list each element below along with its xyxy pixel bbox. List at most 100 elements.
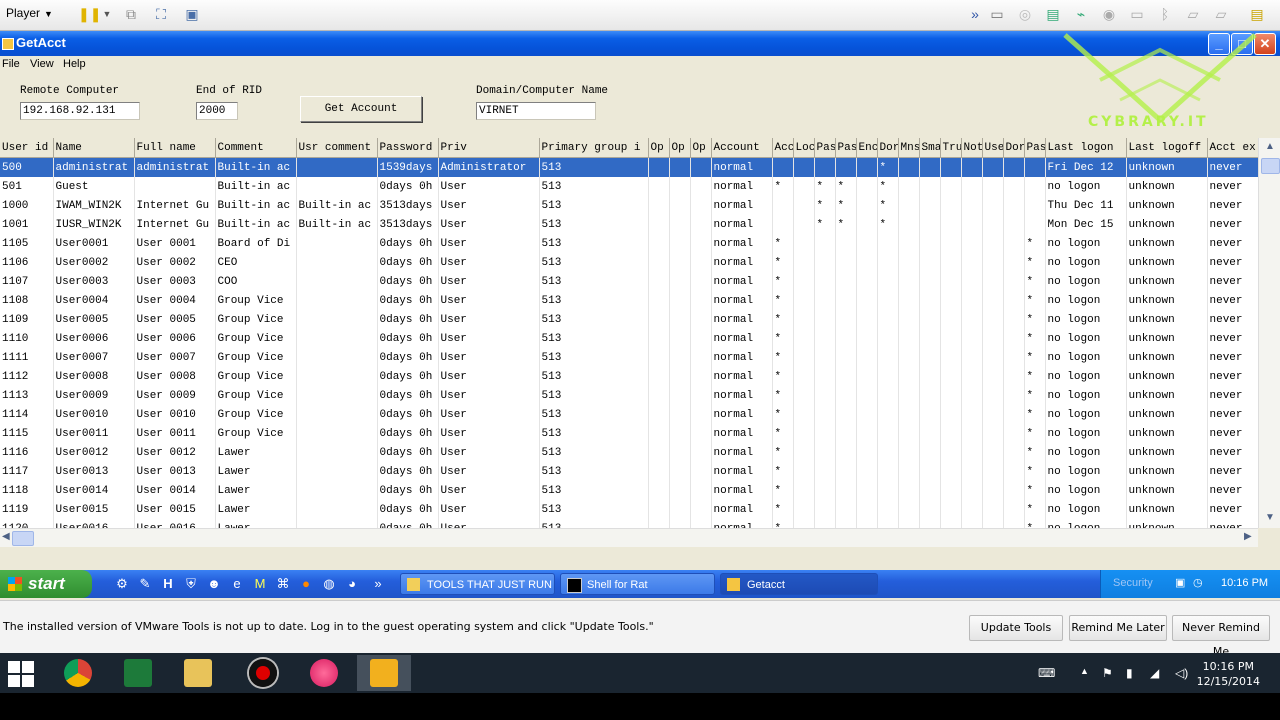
column-header[interactable]: Dor xyxy=(877,138,899,158)
task-tools-that-just-run[interactable]: TOOLS THAT JUST RUN xyxy=(400,573,555,595)
network-icon[interactable]: ▤ xyxy=(1044,5,1062,23)
quicklaunch-ie-icon[interactable]: e xyxy=(229,576,245,592)
end-of-rid-input[interactable]: 2000 xyxy=(196,102,238,120)
column-header[interactable]: Loc xyxy=(793,138,815,158)
floppy-icon[interactable]: ▱ xyxy=(1184,5,1202,23)
table-row[interactable]: 1113 User0009 User 0009 Group Vice 0days 0h U… xyxy=(0,386,1268,405)
table-row[interactable]: 1112 User0008 User 0008 Group Vice 0days 0h U… xyxy=(0,367,1268,386)
horizontal-scrollbar[interactable]: ◀ ▶ xyxy=(0,528,1258,547)
player-menu[interactable]: Player ▼ xyxy=(6,6,53,20)
device-icon[interactable]: ▱ xyxy=(1212,5,1230,23)
quicklaunch-chrome-icon[interactable]: ◕ xyxy=(344,576,360,592)
table-row[interactable]: 1109 User0005 User 0005 Group Vice 0days 0h U… xyxy=(0,310,1268,329)
vertical-scroll-thumb[interactable] xyxy=(1261,158,1280,174)
fullscreen-icon[interactable]: ⛶ xyxy=(152,5,170,23)
scroll-left-icon[interactable]: ◀ xyxy=(2,531,10,542)
chrome-pinned-icon[interactable] xyxy=(51,655,105,691)
table-row[interactable]: 1120User0016User 0016Lawer 0days 0hUser51… xyxy=(0,519,1268,528)
domain-input[interactable]: VIRNET xyxy=(476,102,596,120)
column-header[interactable]: Pas xyxy=(814,138,836,158)
vertical-scrollbar[interactable]: ▲ ▼ xyxy=(1258,138,1280,528)
never-remind-me-button[interactable]: Never Remind Me xyxy=(1172,615,1270,658)
volume-icon[interactable]: ◁) xyxy=(1175,666,1188,680)
remote-computer-input[interactable]: 192.168.92.131 xyxy=(20,102,140,120)
table-row[interactable]: 1116 User0012 User 0012 Lawer 0days 0h User 51… xyxy=(0,443,1268,462)
quicklaunch-network-icon[interactable]: ⌘ xyxy=(275,576,291,592)
column-header[interactable]: Primary group i xyxy=(539,138,649,158)
quicklaunch-shield-icon[interactable]: ⛨ xyxy=(183,576,199,592)
column-header[interactable]: Name xyxy=(53,138,135,158)
vmware-pinned-icon[interactable] xyxy=(357,655,411,691)
windows-start-icon[interactable] xyxy=(8,661,34,687)
tray-clock[interactable]: 10:16 PM xyxy=(1221,577,1268,589)
menu-file[interactable]: File xyxy=(2,58,20,70)
remind-me-later-button[interactable]: Remind Me Later xyxy=(1069,615,1167,641)
menu-help[interactable]: Help xyxy=(63,58,86,70)
wifi-icon[interactable]: ◢ xyxy=(1150,666,1159,680)
network-tray-icon[interactable]: ▣ xyxy=(1175,576,1185,589)
column-header[interactable]: Op xyxy=(690,138,712,158)
scroll-right-icon[interactable]: ▶ xyxy=(1244,531,1252,542)
bluetooth-icon[interactable]: ᛒ xyxy=(1156,5,1174,23)
keyboard-icon[interactable]: ⌨ xyxy=(1038,666,1055,680)
action-center-icon[interactable]: ⚑ xyxy=(1102,666,1113,680)
update-tools-button[interactable]: Update Tools xyxy=(969,615,1063,641)
table-row[interactable]: 1001 IUSR_WIN2K Internet Gu Built-in ac Buil… xyxy=(0,215,1268,234)
column-header[interactable]: Last logoff xyxy=(1126,138,1208,158)
menu-view[interactable]: View xyxy=(30,58,54,70)
table-row[interactable]: 1115 User0011 User 0011 Group Vice 0days 0h U… xyxy=(0,424,1268,443)
task-getacct[interactable]: Getacct xyxy=(720,573,878,595)
usb-icon[interactable]: ⌁ xyxy=(1072,5,1090,23)
table-row[interactable]: 1108 User0004 User 0004 Group Vice 0days 0h U… xyxy=(0,291,1268,310)
column-header[interactable]: Tru xyxy=(940,138,962,158)
column-header[interactable]: Sma xyxy=(919,138,941,158)
table-row[interactable]: 1110 User0006 User 0006 Group Vice 0days 0h U… xyxy=(0,329,1268,348)
sound-icon[interactable]: ◉ xyxy=(1100,5,1118,23)
battery-icon[interactable]: ▮ xyxy=(1126,666,1133,680)
start-button[interactable]: start xyxy=(0,570,92,598)
column-header[interactable]: Last logon xyxy=(1045,138,1127,158)
quicklaunch-h-icon[interactable]: H xyxy=(160,576,176,592)
column-header[interactable]: Acc xyxy=(772,138,794,158)
table-row[interactable]: 1119 User0015 User 0015 Lawer 0days 0h User 51… xyxy=(0,500,1268,519)
column-header[interactable]: Dor xyxy=(1003,138,1025,158)
printer-icon[interactable]: ▭ xyxy=(1128,5,1146,23)
quicklaunch-hacker-icon[interactable]: ☻ xyxy=(206,576,222,592)
column-header[interactable]: Enc xyxy=(856,138,878,158)
get-account-button[interactable]: Get Account xyxy=(300,96,422,122)
security-tray-label[interactable]: Security xyxy=(1113,577,1153,589)
column-header[interactable]: Use xyxy=(982,138,1004,158)
column-header[interactable]: Priv xyxy=(438,138,540,158)
show-hidden-icons-icon[interactable]: ▲ xyxy=(1080,666,1089,676)
column-header[interactable]: Password xyxy=(377,138,439,158)
quicklaunch-m-icon[interactable]: M xyxy=(252,576,268,592)
horizontal-scroll-thumb[interactable] xyxy=(12,531,34,546)
quicklaunch-tool-icon[interactable]: ⚙ xyxy=(114,576,130,592)
column-header[interactable]: Full name xyxy=(134,138,216,158)
column-header[interactable]: Mns xyxy=(898,138,920,158)
quicklaunch-media-icon[interactable]: ● xyxy=(298,576,314,592)
recorder-pinned-icon[interactable] xyxy=(236,655,290,691)
table-row[interactable]: 1111 User0007 User 0007 Group Vice 0days 0h U… xyxy=(0,348,1268,367)
column-header[interactable]: Pas xyxy=(1024,138,1046,158)
file-explorer-pinned-icon[interactable] xyxy=(171,655,225,691)
table-row[interactable]: 500 administrat administrat Built-in ac 1539… xyxy=(0,157,1268,177)
excel-pinned-icon[interactable] xyxy=(111,655,165,691)
table-row[interactable]: 1107 User0003 User 0003 COO 0days 0h User 513 n… xyxy=(0,272,1268,291)
host-clock[interactable]: 10:16 PM 12/15/2014 xyxy=(1197,659,1260,689)
clock-tray-icon[interactable]: ◷ xyxy=(1193,576,1203,589)
table-row[interactable]: 501 Guest Built-in ac 0days 0h User 513 normal… xyxy=(0,177,1268,196)
task-shell-for-rat[interactable]: Shell for Rat xyxy=(560,573,715,595)
pause-icon[interactable]: ❚❚ xyxy=(78,5,101,23)
table-row[interactable]: 1118 User0014 User 0014 Lawer 0days 0h User 51… xyxy=(0,481,1268,500)
table-row[interactable]: 1106 User0002 User 0002 CEO 0days 0h User 513 n… xyxy=(0,253,1268,272)
column-header[interactable]: Account xyxy=(711,138,773,158)
table-row[interactable]: 1105 User0001 User 0001 Board of Di 0days 0h… xyxy=(0,234,1268,253)
chevron-down-icon[interactable]: ▼ xyxy=(98,5,116,23)
itunes-pinned-icon[interactable] xyxy=(297,655,351,691)
message-log-icon[interactable]: ▤ xyxy=(1248,5,1266,23)
column-header[interactable]: Pas xyxy=(835,138,857,158)
send-ctrl-alt-del-icon[interactable]: ⧉ xyxy=(122,5,140,23)
more-devices-icon[interactable]: » xyxy=(966,5,984,23)
table-row[interactable]: 1000 IWAM_WIN2K Internet Gu Built-in ac Buil… xyxy=(0,196,1268,215)
